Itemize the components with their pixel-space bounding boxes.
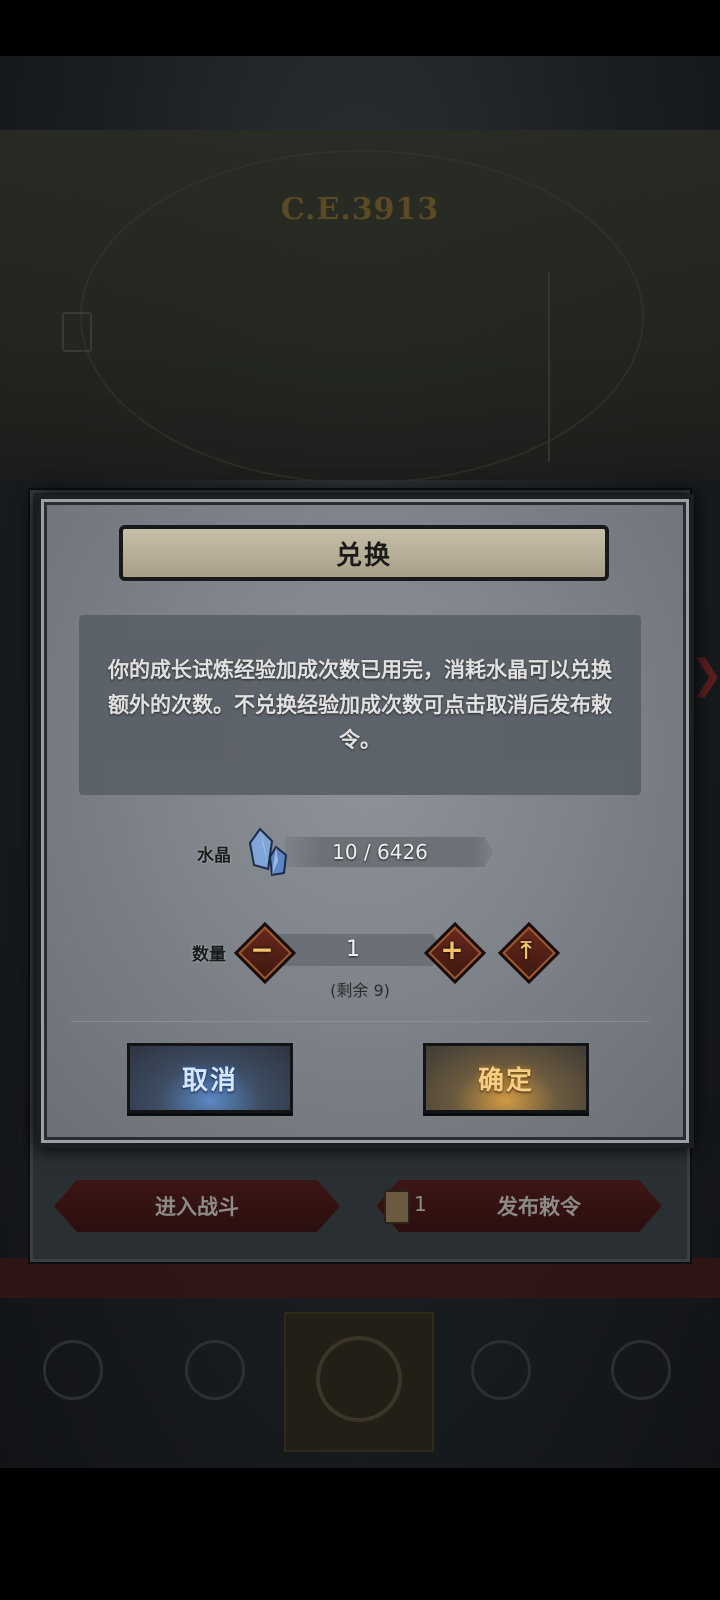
divider [71, 1021, 649, 1022]
message-box: 你的成长试炼经验加成次数已用完，消耗水晶可以兑换额外的次数。不兑换经验加成次数可… [79, 615, 641, 795]
chevron-right-icon: ❯ [690, 655, 720, 695]
nav-icon [43, 1340, 103, 1400]
scene-red-stripe [0, 1258, 720, 1298]
dialog-title-bar: 兑换 [119, 525, 609, 581]
minus-icon: − [250, 933, 274, 966]
crystal-icon [248, 827, 288, 877]
crystal-amount: 10 / 6426 [332, 840, 428, 864]
hourglass-icon [62, 312, 92, 352]
confirm-button[interactable]: 确定 [423, 1043, 589, 1113]
decree-count: 1 [414, 1192, 427, 1216]
enter-battle-button[interactable]: 进入战斗 [54, 1180, 340, 1232]
bottom-nav [0, 1312, 720, 1452]
plus-icon: + [440, 933, 464, 966]
crystal-label: 水晶 [197, 846, 231, 866]
scroll-icon [384, 1190, 410, 1224]
scene-ce-year: C.E.3913 [280, 192, 440, 227]
exchange-dialog: 兑换 你的成长试炼经验加成次数已用完，消耗水晶可以兑换额外的次数。不兑换经验加成… [36, 494, 694, 1148]
scene-side-panel [548, 272, 670, 462]
nav-item-5 [586, 1320, 696, 1440]
max-arrow-icon: ⤒ [520, 936, 532, 964]
remaining-count: (剩余 9) [330, 981, 390, 1000]
nav-item-center [284, 1312, 434, 1452]
dialog-message: 你的成长试炼经验加成次数已用完，消耗水晶可以兑换额外的次数。不兑换经验加成次数可… [108, 657, 612, 752]
enter-battle-label: 进入战斗 [155, 1195, 239, 1219]
confirm-label: 确定 [477, 1065, 534, 1096]
nav-item-4 [446, 1320, 556, 1440]
dialog-title: 兑换 [335, 540, 392, 571]
top-status-bar [0, 0, 720, 56]
nav-icon [471, 1340, 531, 1400]
nav-icon [611, 1340, 671, 1400]
cancel-button[interactable]: 取消 [127, 1043, 293, 1113]
compass-icon [316, 1336, 402, 1422]
cancel-label: 取消 [181, 1065, 238, 1096]
bottom-system-bar [0, 1468, 720, 1600]
quantity-label: 数量 [192, 945, 226, 965]
nav-item-1 [18, 1320, 128, 1440]
nav-icon [185, 1340, 245, 1400]
publish-decree-label: 发布敕令 [497, 1195, 581, 1219]
nav-item-2 [160, 1320, 270, 1440]
